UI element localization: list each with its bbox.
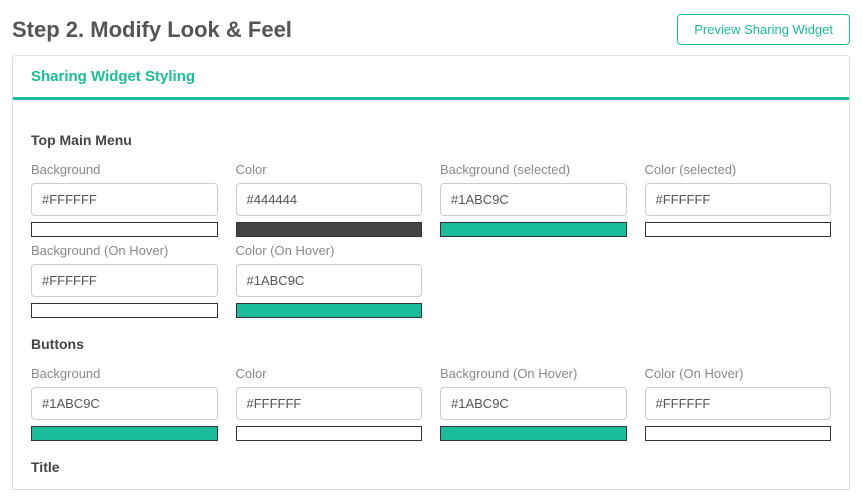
field-tmm-color-hover: Color (On Hover): [236, 243, 423, 318]
section-title-title: Title: [31, 459, 831, 475]
input-tmm-background-hover[interactable]: [31, 264, 218, 297]
label-tmm-color: Color: [236, 162, 423, 177]
swatch-tmm-background-selected[interactable]: [440, 222, 627, 237]
swatch-tmm-color[interactable]: [236, 222, 423, 237]
top-main-menu-row-1: Background Color Background (selected) C…: [31, 162, 831, 237]
input-btn-color-hover[interactable]: [645, 387, 832, 420]
input-btn-color[interactable]: [236, 387, 423, 420]
label-tmm-background-selected: Background (selected): [440, 162, 627, 177]
top-main-menu-row-2: Background (On Hover) Color (On Hover): [31, 243, 831, 318]
field-btn-background: Background: [31, 366, 218, 441]
swatch-btn-color-hover[interactable]: [645, 426, 832, 441]
field-tmm-background: Background: [31, 162, 218, 237]
input-btn-background[interactable]: [31, 387, 218, 420]
label-btn-background-hover: Background (On Hover): [440, 366, 627, 381]
buttons-row-1: Background Color Background (On Hover) C…: [31, 366, 831, 441]
label-tmm-color-hover: Color (On Hover): [236, 243, 423, 258]
field-tmm-color-selected: Color (selected): [645, 162, 832, 237]
field-btn-background-hover: Background (On Hover): [440, 366, 627, 441]
label-tmm-background: Background: [31, 162, 218, 177]
panel-title: Sharing Widget Styling: [31, 68, 831, 85]
section-title-top-main-menu: Top Main Menu: [31, 132, 831, 148]
swatch-tmm-background-hover[interactable]: [31, 303, 218, 318]
page-title: Step 2. Modify Look & Feel: [12, 17, 292, 43]
label-tmm-background-hover: Background (On Hover): [31, 243, 218, 258]
input-tmm-color[interactable]: [236, 183, 423, 216]
swatch-tmm-color-selected[interactable]: [645, 222, 832, 237]
label-btn-background: Background: [31, 366, 218, 381]
swatch-tmm-background[interactable]: [31, 222, 218, 237]
swatch-btn-background-hover[interactable]: [440, 426, 627, 441]
swatch-btn-background[interactable]: [31, 426, 218, 441]
field-tmm-background-hover: Background (On Hover): [31, 243, 218, 318]
input-tmm-color-selected[interactable]: [645, 183, 832, 216]
panel-header: Sharing Widget Styling: [13, 56, 849, 100]
input-btn-background-hover[interactable]: [440, 387, 627, 420]
label-btn-color: Color: [236, 366, 423, 381]
swatch-tmm-color-hover[interactable]: [236, 303, 423, 318]
input-tmm-background[interactable]: [31, 183, 218, 216]
label-tmm-color-selected: Color (selected): [645, 162, 832, 177]
input-tmm-color-hover[interactable]: [236, 264, 423, 297]
input-tmm-background-selected[interactable]: [440, 183, 627, 216]
empty-cell: [440, 243, 627, 318]
field-tmm-background-selected: Background (selected): [440, 162, 627, 237]
section-title-buttons: Buttons: [31, 336, 831, 352]
page-header: Step 2. Modify Look & Feel Preview Shari…: [0, 0, 862, 55]
field-tmm-color: Color: [236, 162, 423, 237]
panel-body: Top Main Menu Background Color Backgroun…: [13, 100, 849, 475]
field-btn-color: Color: [236, 366, 423, 441]
preview-sharing-widget-button[interactable]: Preview Sharing Widget: [677, 14, 850, 45]
label-btn-color-hover: Color (On Hover): [645, 366, 832, 381]
empty-cell: [645, 243, 832, 318]
field-btn-color-hover: Color (On Hover): [645, 366, 832, 441]
swatch-btn-color[interactable]: [236, 426, 423, 441]
sharing-widget-styling-panel: Sharing Widget Styling Top Main Menu Bac…: [12, 55, 850, 490]
